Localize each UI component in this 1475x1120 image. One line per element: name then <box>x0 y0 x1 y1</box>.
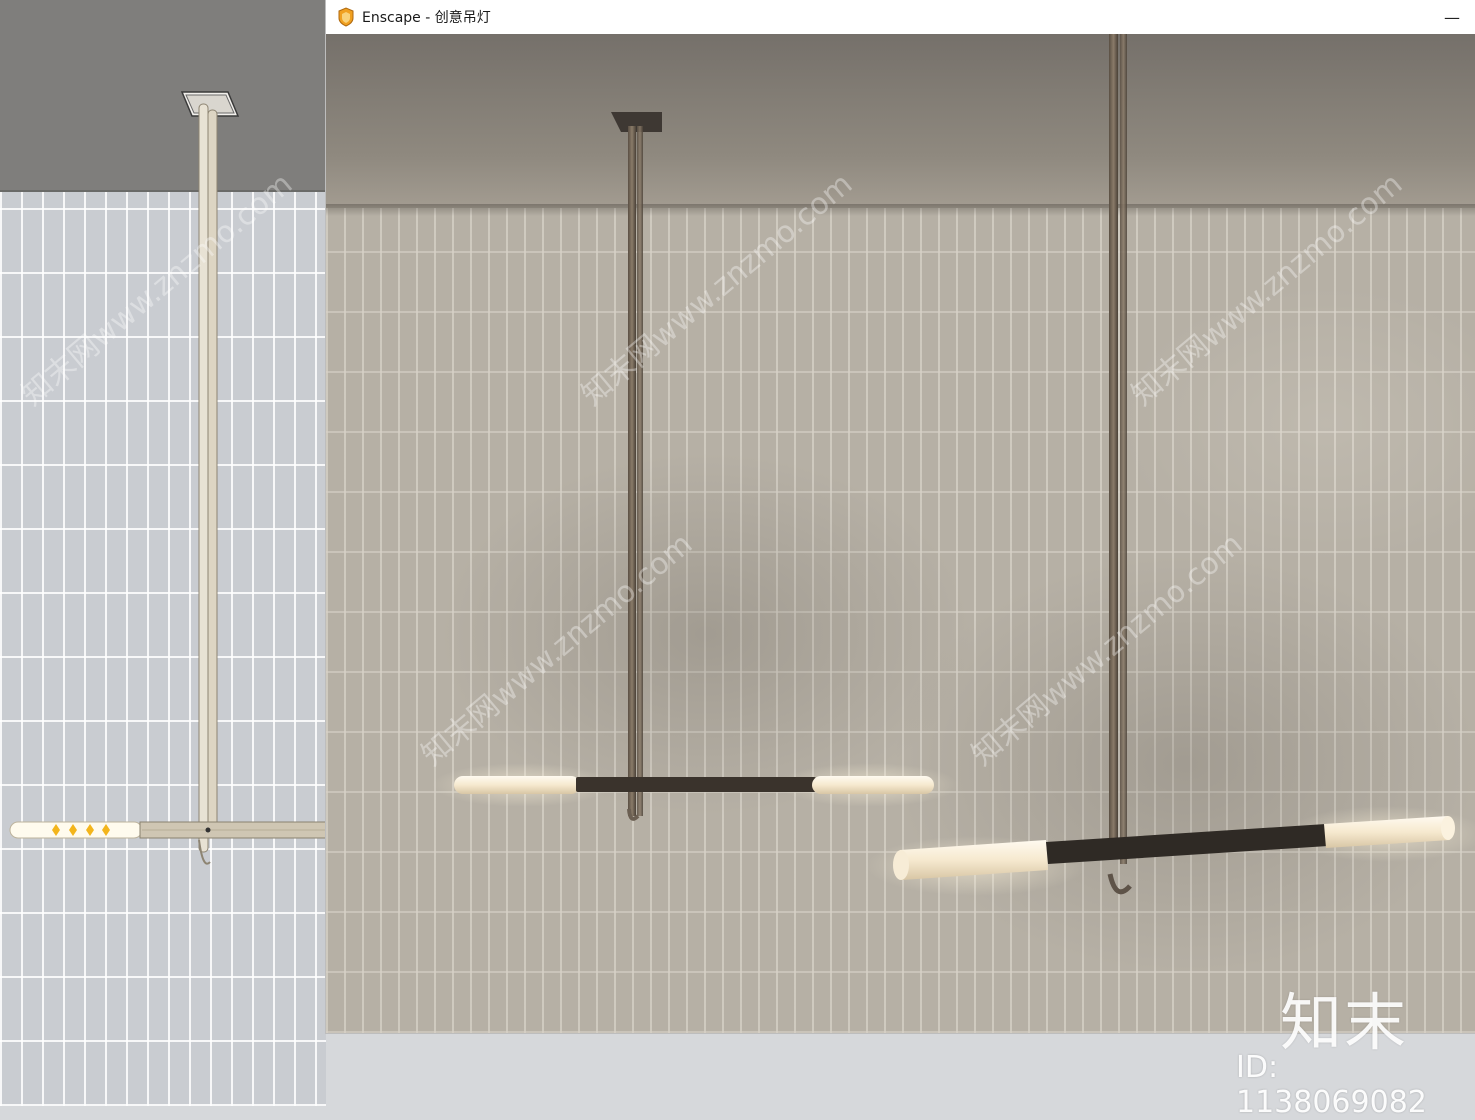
lamp1-rod <box>628 126 636 816</box>
lamp1-canopy <box>611 112 662 132</box>
lamp2-tube-right-cap <box>1441 816 1455 840</box>
lamp1-tube-left <box>454 776 580 794</box>
rendered-pendant-lamps <box>432 34 1475 896</box>
title-bar[interactable]: Enscape - 创意吊灯 — <box>326 0 1475 34</box>
pendant-lamp-1 <box>432 112 959 821</box>
window-title: Enscape - 创意吊灯 <box>362 10 491 26</box>
lamp2-rod <box>1109 34 1118 854</box>
lamp2-rod-back <box>1120 34 1127 864</box>
minimize-button[interactable]: — <box>1429 0 1475 34</box>
lamp1-bar <box>576 777 816 792</box>
bar-joint <box>205 827 211 833</box>
watermark-logo: 知末 <box>1280 986 1409 1059</box>
lamp1-rod-back <box>637 126 643 816</box>
lamp2-bar <box>1046 824 1328 864</box>
sketchup-viewport[interactable] <box>0 0 326 1106</box>
lamp1-tube-right <box>812 776 934 794</box>
render-viewport[interactable] <box>326 34 1475 1033</box>
enscape-logo-icon <box>338 7 354 27</box>
pendant-lamp-model[interactable] <box>0 0 326 1106</box>
watermark-id: ID: 1138069082 <box>1236 1050 1427 1120</box>
lamp2-tube-left-cap <box>893 850 909 880</box>
enscape-window[interactable]: Enscape - 创意吊灯 — <box>326 0 1475 1033</box>
lamp2-hook <box>1107 873 1132 895</box>
